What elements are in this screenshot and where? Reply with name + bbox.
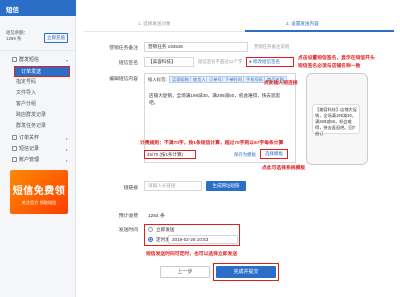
nav-customer-group[interactable]: 客户分组	[0, 99, 76, 110]
sign-input[interactable]: 【美容科技】	[144, 57, 194, 67]
tag-order-time[interactable]: 下单时间	[222, 76, 245, 83]
task-note-hint: 营销任务备注说明	[254, 44, 290, 49]
list-icon	[12, 146, 17, 151]
long-link-input[interactable]: 请输入长链接	[144, 181, 202, 191]
schedule-datetime-input[interactable]: 2019-02-26 10:53	[168, 235, 238, 244]
step-2: 2. 设置发送内容	[286, 21, 319, 26]
sms-preview-bubble: 【美容科技】店铺大促销，全场满199减30，满299减50，机会难得，快去逛逛吧…	[312, 104, 360, 136]
heart-icon	[12, 135, 17, 140]
nav-file-import[interactable]: 文件导入	[0, 88, 76, 99]
chevron-right-icon: ▸	[65, 158, 68, 163]
step-1: 1. 选择发送对象	[138, 21, 171, 26]
send-now-option[interactable]: 立即发送	[148, 227, 174, 233]
radio-icon[interactable]	[148, 227, 153, 232]
save-template-link[interactable]: 保存为模板	[234, 152, 256, 158]
nav-order-send[interactable]: 订单发送	[14, 66, 70, 77]
note-billing-rule: 计费规则：不满70字，按1条短信计算，超过70字则以67字每条计算	[140, 141, 284, 146]
send-time-label: 发送时间	[118, 228, 138, 233]
chevron-right-icon: ▸	[65, 147, 68, 152]
task-note-label: 营销任务备注	[109, 46, 138, 51]
sidebar-title: 短信	[0, 0, 76, 16]
recharge-button[interactable]: 立即充值	[44, 33, 68, 43]
promo-title: 短信免费领	[12, 186, 66, 197]
chevron-down-icon: ▾	[65, 58, 68, 63]
nav-group-order-care[interactable]: 订单关怀 ▸	[0, 133, 76, 144]
nav-group-account[interactable]: 账户管理 ▸	[0, 155, 76, 166]
tag-buyer-nick[interactable]: 买家昵称	[169, 76, 192, 83]
prev-step-button[interactable]: 上一步	[160, 266, 210, 278]
task-note-input[interactable]: 营销任务 193536	[144, 42, 248, 52]
free-sms-promo-banner[interactable]: 短信免费领 关注官方 领取短信	[10, 170, 68, 214]
tag-phone[interactable]: 手机号码	[243, 76, 266, 83]
promo-subtitle: 关注官方 领取短信	[21, 200, 57, 205]
short-link-label: 短链接	[123, 186, 138, 191]
nav-group-mass-sms[interactable]: 群发短信 ▾	[0, 55, 76, 66]
nav-task-record[interactable]: 群发任务记录	[0, 121, 76, 132]
nav-cross-store-record[interactable]: 跨店群发记录	[0, 110, 76, 121]
nav-specified-number[interactable]: 指定号码	[0, 77, 76, 88]
phone-preview: 【美容科技】店铺大促销，全场满199减30，满299减50，机会难得，快去逛逛吧…	[306, 73, 368, 165]
sidebar-divider	[0, 50, 76, 51]
submit-button[interactable]: 完成并提交	[216, 266, 276, 278]
step-progress-active	[245, 30, 394, 32]
user-icon	[12, 157, 17, 162]
content-label: 编辑短信内容	[109, 77, 138, 82]
account-balance: 短信余额： 1299 条	[6, 30, 28, 42]
char-counter: 45/70 (按1条计算)	[144, 150, 196, 159]
note-insert-link: 点此插入短连接	[264, 81, 298, 86]
generate-short-link-button[interactable]: 生成网址短链	[206, 181, 246, 191]
insert-tag-label: 插入标签：	[148, 77, 170, 82]
note-sign-match: 短信签名必须与店铺名称一致	[298, 64, 361, 69]
sign-hint: 短信签名不超过12个字	[198, 59, 243, 64]
edit-sign-button[interactable]: ● 修改短信签名	[246, 57, 294, 67]
estimate-label: 预计收费	[118, 214, 138, 219]
radio-checked-icon[interactable]	[148, 237, 153, 242]
app-root: 短信 短信余额： 1299 条 立即充值 群发短信 ▾ 订单发送 指定号码 文件导…	[0, 0, 400, 297]
sign-label: 短信签名	[118, 61, 138, 66]
note-send-time: 短信发送时间可定时，也可以选择立即发送	[146, 252, 238, 257]
send-icon	[12, 57, 17, 62]
note-select-template: 点此可选择系统模板	[262, 166, 306, 171]
nav-group-sms-record[interactable]: 短信记录 ▸	[0, 144, 76, 155]
sms-content-text[interactable]: 店铺大促销，全场满199减30，满299减50，机会难得，快去逛逛吧。	[149, 92, 289, 106]
chevron-right-icon: ▸	[65, 136, 68, 141]
balance-value: 1299 条	[6, 36, 22, 41]
select-template-button[interactable]: 选择模板	[260, 149, 288, 159]
note-sign-display: 点击设置短信签名，显示在短信开头	[298, 56, 375, 61]
estimate-value: 1254 条	[148, 214, 165, 219]
